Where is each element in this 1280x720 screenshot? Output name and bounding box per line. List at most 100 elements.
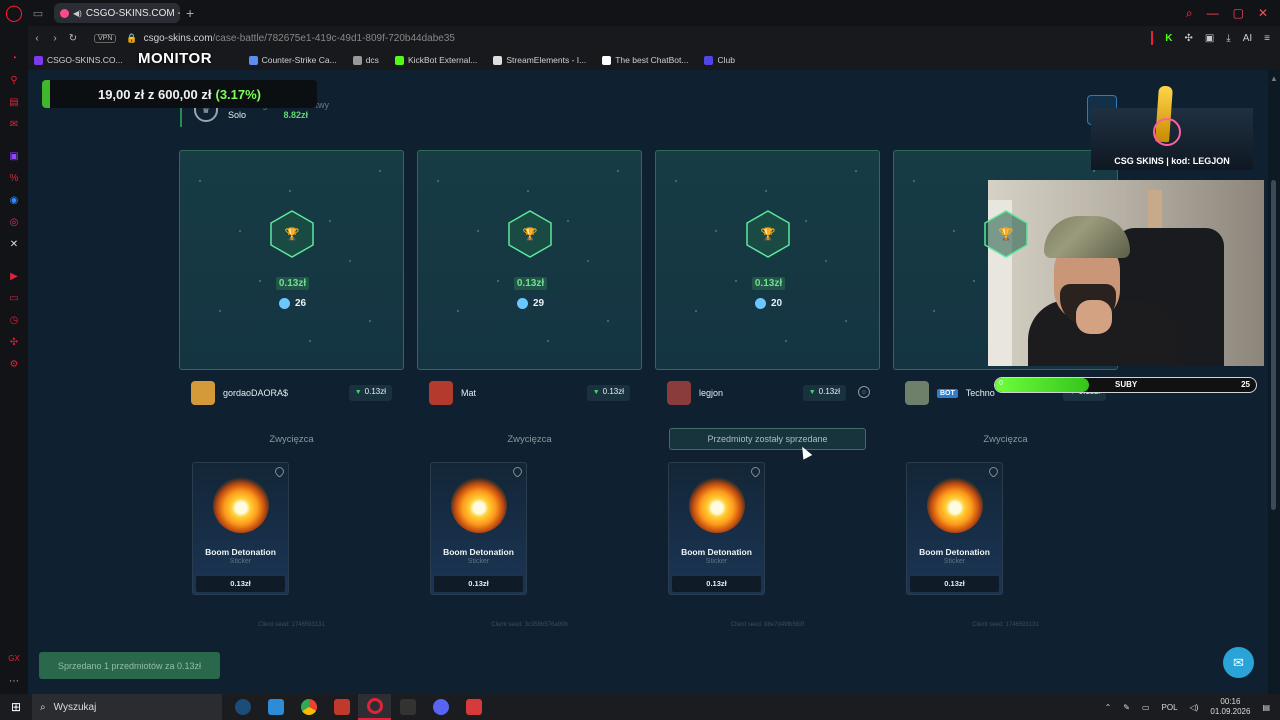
favorite-icon[interactable] — [273, 465, 286, 478]
chat-button[interactable]: ✉ — [1223, 647, 1254, 678]
taskbar-chrome[interactable] — [292, 694, 325, 720]
start-button[interactable]: ⊞ — [0, 694, 32, 720]
taskbar-search[interactable]: ⌕ Wyszukaj — [32, 694, 222, 720]
coin-count: 20 — [656, 298, 879, 309]
sidebar-more-icon[interactable]: ⋯ — [7, 676, 21, 690]
language-indicator[interactable]: POL — [1162, 703, 1178, 712]
player-column: 🏆 0.13zł 26 gordaoDAORA$ ▼ 0.13zł Zwycięzca Boo… — [179, 150, 404, 595]
lock-icon[interactable]: 🔒 — [126, 33, 137, 44]
tray-expand-icon[interactable]: ⌃ — [1105, 703, 1112, 712]
item-card[interactable]: Boom Detonation Sticker 0.13zł — [430, 462, 527, 595]
taskbar-steam[interactable] — [226, 694, 259, 720]
volume-icon[interactable]: ◁) — [1190, 703, 1199, 712]
clock[interactable]: 00:16 01.09.2026 — [1210, 697, 1250, 717]
bookmark-item[interactable]: Club — [704, 55, 735, 66]
taskbar-video-editor[interactable] — [325, 694, 358, 720]
bookmark-item[interactable]: The best ChatBot... — [602, 55, 688, 66]
prize-value: 0.13zł — [418, 273, 641, 291]
favorite-icon[interactable] — [749, 465, 762, 478]
taskbar-opera[interactable] — [358, 694, 391, 720]
close-window-icon[interactable]: ✕ — [1258, 6, 1268, 21]
sidebar-wallet-icon[interactable]: ▭ — [7, 293, 21, 307]
subs-goal: 25 — [1241, 380, 1250, 389]
url-field[interactable]: csgo-skins.com/case-battle/782675e1-419c… — [144, 33, 455, 44]
avatar[interactable] — [905, 381, 929, 405]
avatar[interactable] — [429, 381, 453, 405]
bookmark-label: StreamElements - I... — [506, 54, 587, 65]
bookmark-item[interactable]: StreamElements - I... — [493, 54, 587, 66]
maximize-icon[interactable]: ▢ — [1233, 6, 1244, 21]
search-tabs-icon[interactable]: ⌕ — [1186, 6, 1193, 21]
scroll-up-icon[interactable]: ▲ — [1270, 74, 1278, 83]
taskbar-epic[interactable] — [391, 694, 424, 720]
favorite-icon[interactable] — [511, 465, 524, 478]
items-sold-button[interactable]: Przedmioty zostały sprzedane — [669, 428, 866, 450]
taskbar-files[interactable] — [259, 694, 292, 720]
bookmark-item[interactable]: CSGO-SKINS.CO... — [34, 55, 123, 66]
player-total: ▼0.13zł — [586, 385, 630, 401]
opera-logo-icon[interactable]: ◯ — [0, 0, 28, 26]
notifications-icon[interactable]: ▤ — [1262, 703, 1270, 712]
item-card[interactable]: Boom Detonation Sticker 0.13zł — [906, 462, 1003, 595]
bookmark-label: KickBot External... — [407, 54, 478, 65]
favorite-icon[interactable] — [987, 465, 1000, 478]
kick-extension-icon[interactable]: K — [1165, 33, 1172, 44]
player-name[interactable]: legjon — [699, 388, 723, 398]
item-name: Boom Detonation — [205, 547, 276, 557]
pen-icon[interactable]: ✎ — [1123, 703, 1130, 712]
counter-of: z — [147, 86, 155, 102]
sidebar-settings-icon[interactable]: ⚙ — [7, 359, 21, 373]
sidebar-flow-icon[interactable]: ▤ — [7, 97, 21, 111]
scrollbar-thumb[interactable] — [1271, 180, 1276, 510]
forward-icon[interactable]: › — [46, 33, 64, 44]
new-tab-button[interactable]: + — [186, 5, 194, 21]
sidebar-twitch-icon[interactable]: ▣ — [7, 151, 21, 165]
emoji-icon[interactable]: ☺ — [858, 386, 870, 398]
sidebar-extensions-icon[interactable]: ✣ — [7, 337, 21, 351]
sidebar-speed-dial-icon[interactable]: ◔ — [7, 53, 21, 67]
menu-icon[interactable]: ≡ — [1264, 33, 1270, 44]
item-card[interactable]: Boom Detonation Sticker 0.13zł — [668, 462, 765, 595]
browser-tab-bar: ◯ ▭ ◀) CSGO-SKINS.COM - N ✕ + ⌕ — ▢ ✕ — [0, 0, 1280, 26]
tab-audio-icon[interactable]: ◀) — [73, 9, 82, 18]
bookmark-item[interactable]: dcs — [352, 54, 379, 66]
sidebar-player-icon[interactable]: ▶ — [7, 271, 21, 285]
minimize-icon[interactable]: — — [1207, 6, 1219, 21]
sidebar-messenger-icon[interactable]: ◉ — [7, 195, 21, 209]
tab-title: CSGO-SKINS.COM - N — [85, 7, 180, 19]
network-icon[interactable]: ▭ — [1142, 703, 1150, 712]
player-name[interactable]: Techno — [966, 388, 995, 398]
sidebar-bag-icon[interactable]: ⚲ — [7, 75, 21, 89]
sidebar-history-icon[interactable]: ◷ — [7, 315, 21, 329]
bookmark-label: dcs — [365, 54, 379, 65]
player-name[interactable]: Mat — [461, 388, 476, 398]
avatar[interactable] — [667, 381, 691, 405]
bookmark-item[interactable]: Counter-Strike Ca... — [248, 55, 337, 66]
back-icon[interactable]: ‹ — [28, 33, 46, 44]
browser-tab-active[interactable]: ◀) CSGO-SKINS.COM - N ✕ — [54, 3, 180, 23]
download-icon[interactable]: ⤓ — [1226, 33, 1230, 44]
sidebar-x-icon[interactable]: ✕ — [7, 239, 21, 253]
winner-label: Zwycięzca — [507, 433, 552, 445]
sidebar-percent-icon[interactable]: % — [7, 173, 21, 187]
bookmark-item[interactable]: KickBot External... — [394, 54, 478, 66]
extensions-icon[interactable]: ✣ — [1184, 33, 1192, 44]
item-card[interactable]: Boom Detonation Sticker 0.13zł — [192, 462, 289, 595]
sponsor-overlay: CSG SKINS | kod: LEGJON — [1091, 85, 1253, 170]
page-scrollbar[interactable]: ▲ — [1268, 70, 1280, 694]
taskbar-streamlabs[interactable] — [457, 694, 490, 720]
sidebar-gx-icon[interactable]: GX — [7, 654, 21, 668]
sidebar-instagram-icon[interactable]: ◎ — [7, 217, 21, 231]
tab-switcher-icon[interactable]: ▭ — [28, 7, 48, 20]
trophy-wrapper: 🏆 — [267, 209, 317, 259]
sidebar-mail-icon[interactable]: ✉ — [7, 119, 21, 133]
prize-value: 0.13zł — [656, 273, 879, 291]
ai-icon[interactable]: AI — [1243, 33, 1252, 44]
snapshot-icon[interactable]: ▣ — [1205, 33, 1214, 44]
player-name[interactable]: gordaoDAORA$ — [223, 388, 288, 398]
reload-icon[interactable]: ↻ — [64, 33, 82, 44]
avatar[interactable] — [191, 381, 215, 405]
player-total: ▼0.13zł — [348, 385, 392, 401]
vpn-badge[interactable]: VPN — [94, 33, 117, 43]
taskbar-discord[interactable] — [424, 694, 457, 720]
